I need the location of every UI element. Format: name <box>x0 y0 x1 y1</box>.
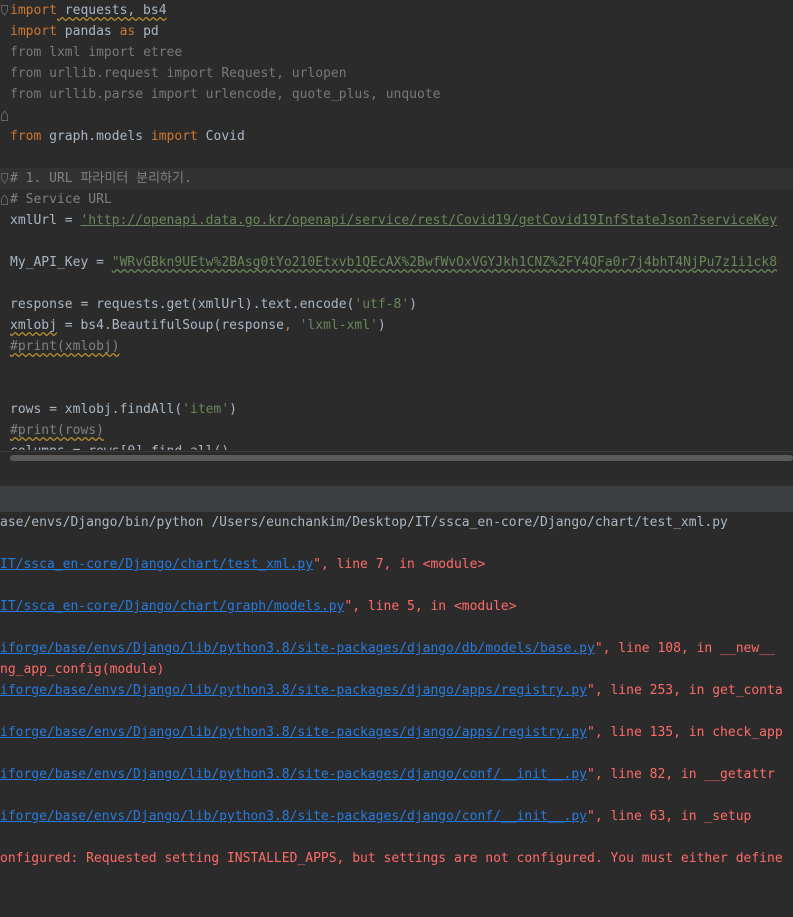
code-text: urlencode, quote_plus, unquote <box>197 87 441 102</box>
code-line-21[interactable]: #print(rows) <box>10 420 104 441</box>
code-text: rows = xmlobj.findAll( <box>10 402 183 417</box>
code-line-7[interactable]: from graph.models import Covid <box>10 126 245 147</box>
traceback-location: ", line 82, in __getattr <box>587 767 775 782</box>
code-line-15[interactable]: response = requests.get(xmlUrl).text.enc… <box>10 294 417 315</box>
code-line-20[interactable]: rows = xmlobj.findAll('item') <box>10 399 237 420</box>
code-text: ) <box>409 297 417 312</box>
keyword: as <box>119 24 136 39</box>
operator: = <box>88 255 112 270</box>
traceback-line: iforge/base/envs/Django/lib/python3.8/si… <box>0 806 751 827</box>
keyword: import <box>88 45 136 60</box>
code-text: graph.models <box>41 129 151 144</box>
code-line-2[interactable]: import pandas as pd <box>10 21 159 42</box>
traceback-line: iforge/base/envs/Django/lib/python3.8/si… <box>0 638 775 659</box>
code-line-3[interactable]: from lxml import etree <box>10 42 182 63</box>
code-text: ) <box>377 318 386 333</box>
code-text: = bs4.BeautifulSoup(response <box>56 318 284 333</box>
fold-start-icon[interactable] <box>1 0 8 21</box>
keyword: import <box>150 129 198 144</box>
keyword: import <box>10 3 57 18</box>
file-link[interactable]: IT/ssca_en-core/Django/chart/test_xml.py <box>0 557 313 572</box>
string-literal: "WRvGBkn9UEtw%2BAsg0tYo210Etxvb1QEcAX%2B… <box>111 255 778 270</box>
error-message: onfigured: Requested setting INSTALLED_A… <box>0 851 783 866</box>
console-command-line: ase/envs/Django/bin/python /Users/euncha… <box>0 515 728 530</box>
traceback-line: iforge/base/envs/Django/lib/python3.8/si… <box>0 680 783 701</box>
code-text: response = requests.get(xmlUrl).text.enc… <box>10 297 355 312</box>
file-link[interactable]: iforge/base/envs/Django/lib/python3.8/si… <box>0 767 587 782</box>
traceback-line: iforge/base/envs/Django/lib/python3.8/si… <box>0 722 783 743</box>
keyword: from <box>10 129 42 144</box>
fold-start-icon[interactable] <box>1 168 8 189</box>
code-line-9[interactable]: # 1. URL 파라미터 분리하기. <box>10 168 192 189</box>
operator: = <box>56 213 81 228</box>
code-line-1[interactable]: import requests, bs4 <box>10 0 167 21</box>
string-literal: 'lxml-xml' <box>299 318 378 333</box>
code-line-16[interactable]: xmlobj = bs4.BeautifulSoup(response, 'lx… <box>10 315 386 336</box>
fold-end-icon[interactable] <box>1 189 8 210</box>
variable: My_API_Key <box>10 255 89 270</box>
keyword: import <box>10 24 57 39</box>
code-line-10[interactable]: # Service URL <box>10 189 112 210</box>
code-text: ) <box>229 402 237 417</box>
code-line-17[interactable]: #print(xmlobj) <box>10 336 120 357</box>
code-text: lxml <box>41 45 89 60</box>
code-text: urllib.request <box>41 66 167 81</box>
code-text: requests, bs4 <box>56 3 167 18</box>
string-literal: 'http://openapi.data.go.kr/openapi/servi… <box>80 213 778 228</box>
code-text: pandas <box>56 24 120 39</box>
traceback-location: ", line 63, in _setup <box>587 809 752 824</box>
code-text: urllib.parse <box>41 87 151 102</box>
code-line-5[interactable]: from urllib.parse import urlencode, quot… <box>10 84 441 105</box>
code-text: Covid <box>197 129 245 144</box>
comma: , <box>283 318 292 333</box>
traceback-location: ", line 5, in <module> <box>344 599 517 614</box>
code-editor[interactable]: import requests, bs4 import pandas as pd… <box>0 0 793 463</box>
file-link[interactable]: iforge/base/envs/Django/lib/python3.8/si… <box>0 725 587 740</box>
traceback-line: IT/ssca_en-core/Django/chart/test_xml.py… <box>0 554 485 575</box>
traceback-context: ng_app_config(module) <box>0 662 165 677</box>
traceback-location: ", line 135, in check_app <box>587 725 783 740</box>
traceback-line: iforge/base/envs/Django/lib/python3.8/si… <box>0 764 775 785</box>
run-console[interactable]: ase/envs/Django/bin/python /Users/euncha… <box>0 512 793 917</box>
string-literal: 'utf-8' <box>354 297 410 312</box>
panel-divider[interactable] <box>0 463 793 485</box>
variable: xmlUrl <box>10 213 57 228</box>
code-line-22[interactable]: columns = rows[0].find_all() <box>10 441 229 450</box>
code-line-4[interactable]: from urllib.request import Request, urlo… <box>10 63 347 84</box>
horizontal-scrollbar[interactable] <box>0 451 793 463</box>
run-tool-window-header[interactable] <box>0 485 793 514</box>
keyword: from <box>10 45 42 60</box>
file-link[interactable]: iforge/base/envs/Django/lib/python3.8/si… <box>0 641 595 656</box>
file-link[interactable]: iforge/base/envs/Django/lib/python3.8/si… <box>0 809 587 824</box>
code-line-11[interactable]: xmlUrl = 'http://openapi.data.go.kr/open… <box>10 210 777 231</box>
file-link[interactable]: IT/ssca_en-core/Django/chart/graph/model… <box>0 599 344 614</box>
keyword: from <box>10 87 42 102</box>
traceback-line: IT/ssca_en-core/Django/chart/graph/model… <box>0 596 517 617</box>
traceback-location: ", line 7, in <module> <box>313 557 486 572</box>
variable: xmlobj <box>10 318 57 333</box>
code-line-13[interactable]: My_API_Key = "WRvGBkn9UEtw%2BAsg0tYo210E… <box>10 252 777 273</box>
code-text: Request, urlopen <box>213 66 347 81</box>
keyword: import <box>150 87 198 102</box>
traceback-location: ", line 108, in __new__ <box>594 641 775 656</box>
code-text: pd <box>135 24 159 39</box>
traceback-location: ", line 253, in get_conta <box>587 683 783 698</box>
string-literal: 'item' <box>182 402 230 417</box>
code-text: etree <box>135 45 183 60</box>
fold-end-icon[interactable] <box>1 105 8 126</box>
file-link[interactable]: iforge/base/envs/Django/lib/python3.8/si… <box>0 683 587 698</box>
keyword: from <box>10 66 42 81</box>
scrollbar-thumb[interactable] <box>10 455 793 461</box>
keyword: import <box>166 66 214 81</box>
